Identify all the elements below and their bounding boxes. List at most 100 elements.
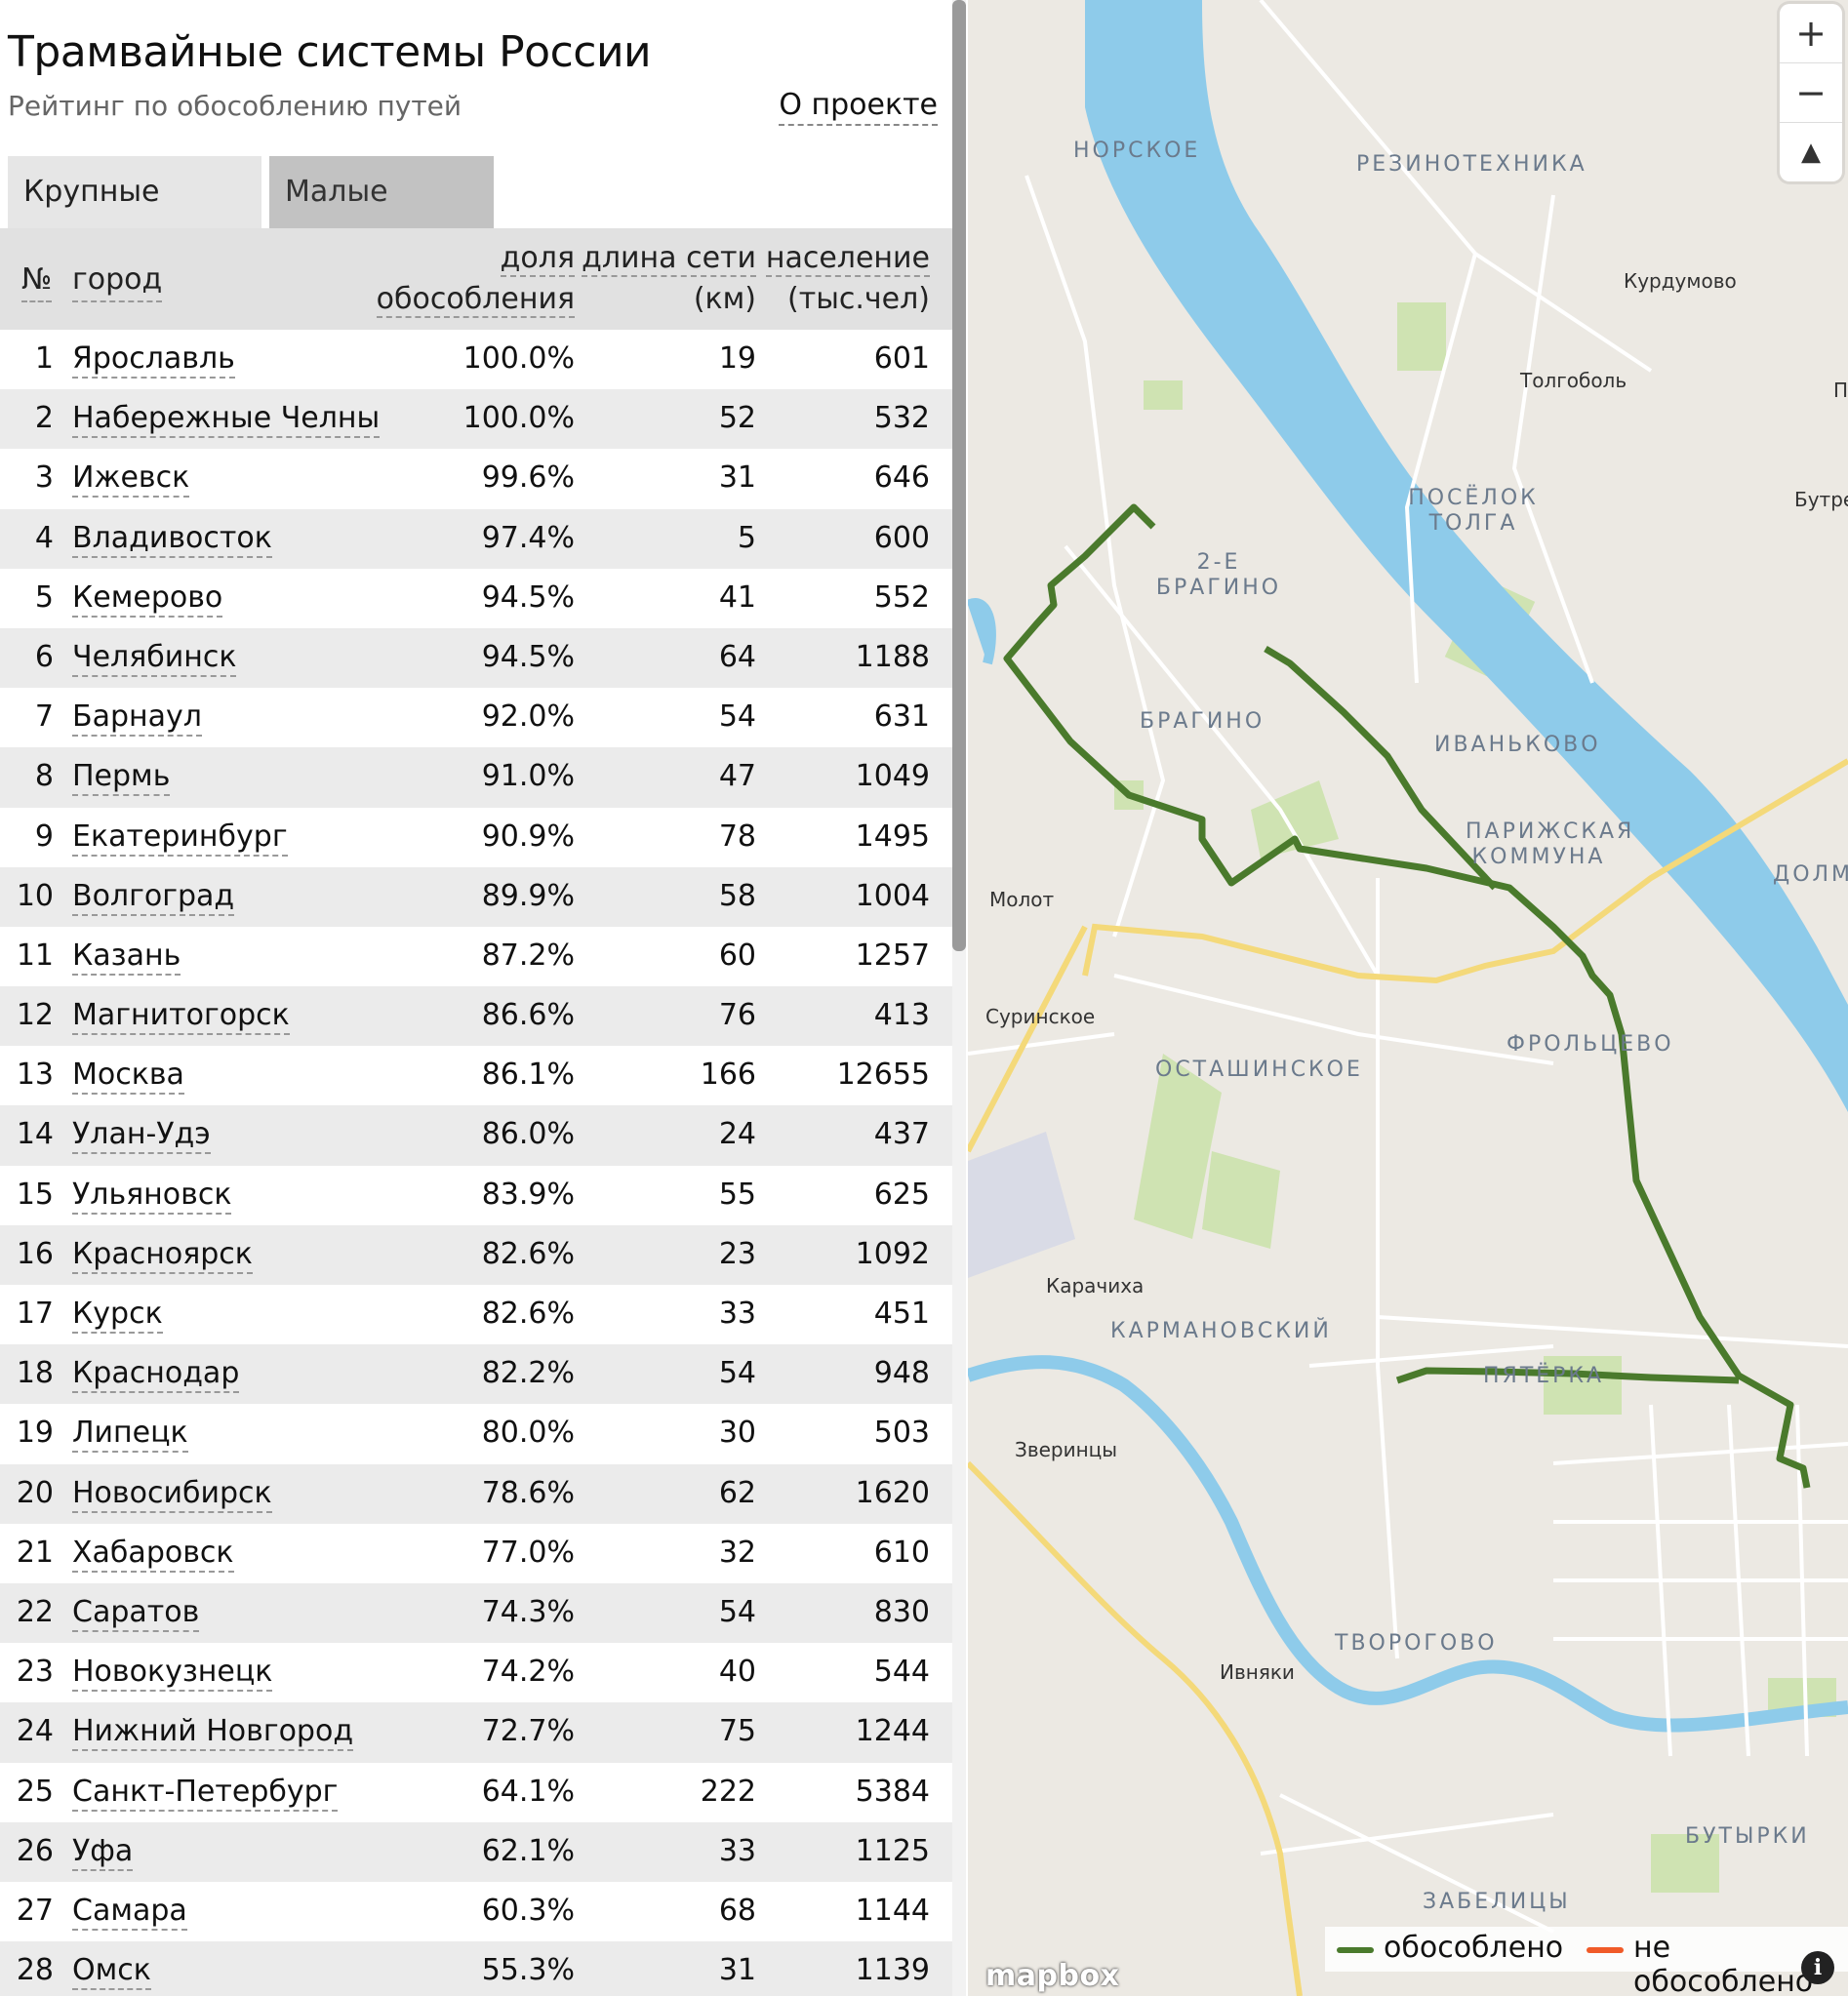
row-length: 75 [718,1714,756,1749]
row-population: 503 [873,1416,930,1451]
column-number-header[interactable]: № [21,259,53,302]
kotorosl-river [968,1355,1848,1733]
row-city-link[interactable]: Ижевск [72,460,190,499]
table-row[interactable]: 14 Улан-Удэ 86.0% 24 437 [0,1105,953,1166]
tram-map[interactable]: НОРСКОЕ РЕЗИНОТЕХНИКА ПОСЁЛОК ТОЛГА 2-Е … [968,0,1848,1996]
district-label-pyaterka: ПЯТЁРКА [1483,1364,1605,1388]
district-label-ivankovo: ИВАНЬКОВО [1434,733,1601,757]
table-row[interactable]: 27 Самара 60.3% 68 1144 [0,1882,953,1941]
tab-large-cities[interactable]: Крупные города [8,156,261,281]
row-city-link[interactable]: Барнаул [72,699,202,738]
row-share: 100.0% [462,401,575,436]
row-length: 76 [718,998,756,1033]
table-row[interactable]: 16 Красноярск 82.6% 23 1092 [0,1224,953,1285]
row-city-link[interactable]: Омск [72,1953,151,1991]
ranking-panel: Трамвайные системы России Рейтинг по обо… [0,0,953,1996]
table-row[interactable]: 9 Екатеринбург 90.9% 78 1495 [0,808,953,867]
table-row[interactable]: 26 Уфа 62.1% 33 1125 [0,1821,953,1882]
column-length-header[interactable]: длина сети (км) [582,238,756,320]
row-city-link[interactable]: Ярославль [72,341,235,379]
info-icon[interactable]: i [1801,1951,1834,1984]
row-population: 544 [873,1655,930,1690]
tab-small-cities[interactable]: Малые города [269,156,494,281]
table-row[interactable]: 4 Владивосток 97.4% 5 600 [0,508,953,569]
row-city-link[interactable]: Казань [72,938,181,976]
row-city-link[interactable]: Самара [72,1894,187,1931]
row-city-link[interactable]: Нижний Новгород [72,1714,354,1752]
row-number: 16 [16,1236,54,1271]
row-city-link[interactable]: Новокузнецк [72,1655,273,1693]
ranking-table-body: 1 Ярославль 100.0% 19 601 2 Набережные Челны 10… [0,330,953,1996]
row-population: 1144 [855,1893,930,1928]
table-row[interactable]: 5 Кемерово 94.5% 41 552 [0,569,953,628]
district-label-froltsevo: ФРОЛЬЦЕВО [1507,1032,1674,1057]
row-city-link[interactable]: Екатеринбург [72,819,288,857]
table-row[interactable]: 8 Пермь 91.0% 47 1049 [0,747,953,808]
row-city-link[interactable]: Краснодар [72,1356,240,1394]
row-city-link[interactable]: Хабаровск [72,1536,234,1573]
place-label-molot: Молот [989,888,1055,911]
table-row[interactable]: 20 Новосибирск 78.6% 62 1620 [0,1463,953,1524]
row-city-link[interactable]: Волгоград [72,879,235,916]
row-length: 32 [718,1535,756,1570]
row-share: 82.6% [481,1236,575,1271]
row-city-link[interactable]: Санкт-Петербург [72,1775,339,1812]
row-city-link[interactable]: Красноярск [72,1237,253,1274]
row-city-link[interactable]: Саратов [72,1595,200,1632]
row-city-link[interactable]: Липецк [72,1416,188,1454]
zoom-in-button[interactable]: + [1780,4,1842,63]
row-length: 52 [718,401,756,436]
row-population: 413 [873,998,930,1033]
row-share: 55.3% [481,1953,575,1988]
about-link[interactable]: О проекте [779,88,938,126]
table-row[interactable]: 10 Волгоград 89.9% 58 1004 [0,866,953,927]
table-row[interactable]: 21 Хабаровск 77.0% 32 610 [0,1524,953,1583]
district-label-butyrki: БУТЫРКИ [1685,1824,1810,1849]
row-number: 12 [16,998,54,1033]
table-row[interactable]: 18 Краснодар 82.2% 54 948 [0,1344,953,1405]
row-city-link[interactable]: Магнитогорск [72,998,290,1036]
mapbox-logo[interactable]: mapbox [985,1959,1119,1993]
table-row[interactable]: 19 Липецк 80.0% 30 503 [0,1404,953,1463]
table-row[interactable]: 6 Челябинск 94.5% 64 1188 [0,627,953,689]
row-city-link[interactable]: Ульяновск [72,1178,232,1215]
row-length: 64 [718,639,756,674]
table-row[interactable]: 12 Магнитогорск 86.6% 76 413 [0,986,953,1047]
row-city-link[interactable]: Курск [72,1297,163,1334]
compass-button[interactable]: ▲ [1780,123,1842,181]
table-row[interactable]: 23 Новокузнецк 74.2% 40 544 [0,1643,953,1702]
table-row[interactable]: 24 Нижний Новгород 72.7% 75 1244 [0,1702,953,1763]
table-row[interactable]: 17 Курск 82.6% 33 451 [0,1285,953,1344]
row-city-link[interactable]: Челябинск [72,640,237,677]
table-row[interactable]: 3 Ижевск 99.6% 31 646 [0,449,953,508]
table-row[interactable]: 13 Москва 86.1% 166 12655 [0,1046,953,1105]
column-city-header[interactable]: город [72,259,163,302]
scrollbar-thumb[interactable] [952,0,966,951]
district-label-tvorogovo: ТВОРОГОВО [1335,1631,1498,1656]
row-length: 54 [718,1594,756,1629]
row-city-link[interactable]: Владивосток [72,521,272,558]
table-row[interactable]: 25 Санкт-Петербург 64.1% 222 5384 [0,1763,953,1822]
column-population-header[interactable]: население (тыс.чел) [765,238,930,320]
row-city-link[interactable]: Москва [72,1058,184,1096]
district-label-ostashinskoe: ОСТАШИНСКОЕ [1155,1058,1363,1082]
table-row[interactable]: 15 Ульяновск 83.9% 55 625 [0,1166,953,1225]
row-city-link[interactable]: Набережные Челны [72,401,381,439]
row-city-link[interactable]: Уфа [72,1834,134,1871]
zoom-out-button[interactable]: − [1780,63,1842,123]
table-row[interactable]: 22 Саратов 74.3% 54 830 [0,1582,953,1644]
table-row[interactable]: 1 Ярославль 100.0% 19 601 [0,330,953,389]
table-row[interactable]: 28 Омск 55.3% 31 1139 [0,1941,953,1996]
row-city-link[interactable]: Улан-Удэ [72,1117,211,1155]
place-label-ivnyaki: Ивняки [1220,1660,1295,1684]
table-row[interactable]: 2 Набережные Челны 100.0% 52 532 [0,389,953,450]
row-number: 23 [16,1655,54,1690]
row-share: 94.5% [481,639,575,674]
table-row[interactable]: 7 Барнаул 92.0% 54 631 [0,688,953,747]
column-share-header[interactable]: доля обособления [376,238,575,320]
row-city-link[interactable]: Пермь [72,759,171,797]
row-city-link[interactable]: Новосибирск [72,1476,272,1513]
row-number: 1 [34,341,54,376]
row-city-link[interactable]: Кемерово [72,580,223,618]
table-row[interactable]: 11 Казань 87.2% 60 1257 [0,927,953,986]
